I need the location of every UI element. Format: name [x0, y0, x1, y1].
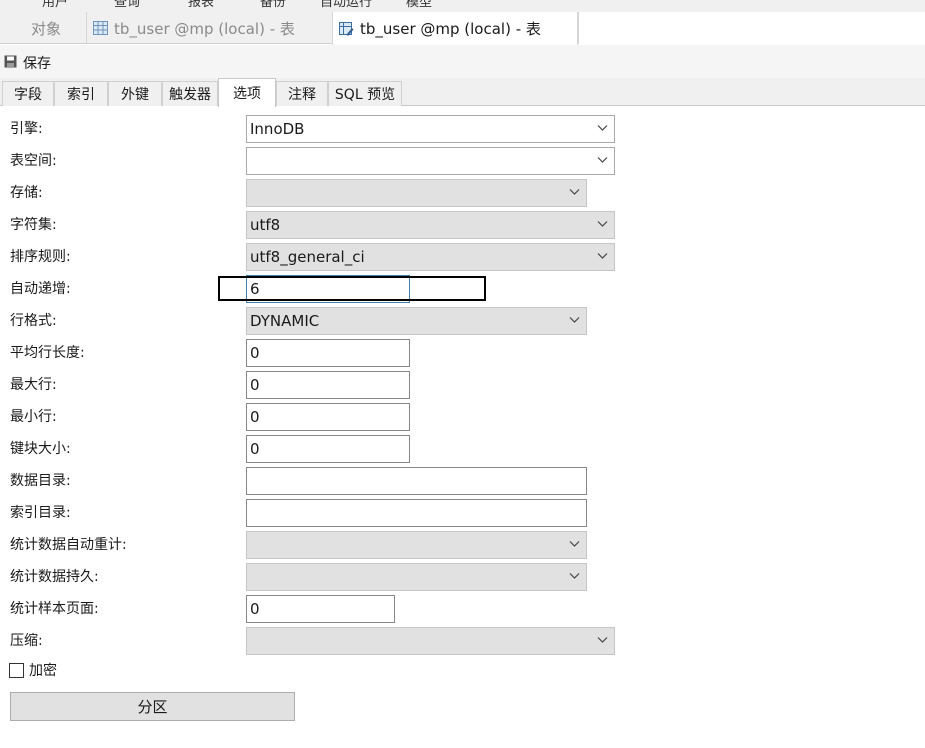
- chevron-down-icon: [569, 573, 580, 579]
- chevron-down-icon: [597, 253, 608, 259]
- row-format-value: DYNAMIC: [250, 312, 320, 330]
- min-rows-label: 最小行:: [10, 409, 57, 425]
- max-rows-input[interactable]: 0: [246, 371, 410, 399]
- min-rows-input[interactable]: 0: [246, 403, 410, 431]
- encryption-label: 加密: [29, 663, 57, 679]
- tab-comment[interactable]: 注释: [276, 81, 328, 106]
- tab-bar-empty-area: [578, 12, 925, 44]
- menu-item-report[interactable]: 报表: [188, 0, 214, 10]
- compression-label: 压缩:: [10, 633, 43, 649]
- charset-label: 字符集:: [10, 217, 57, 233]
- menu-item-query[interactable]: 查询: [114, 0, 140, 10]
- save-button[interactable]: 保存: [4, 53, 51, 73]
- data-directory-input[interactable]: [246, 467, 587, 495]
- chevron-down-icon: [569, 189, 580, 195]
- chevron-down-icon: [597, 221, 608, 227]
- encryption-checkbox-row[interactable]: 加密: [9, 660, 57, 680]
- key-block-size-input[interactable]: 0: [246, 435, 410, 463]
- save-label: 保存: [23, 56, 51, 72]
- document-tab-bar: 对象 tb_user @mp (local) - 表 tb_user @mp (…: [0, 12, 925, 45]
- tab-foreign-keys[interactable]: 外键: [108, 81, 162, 106]
- tab-triggers[interactable]: 触发器: [162, 81, 218, 106]
- max-rows-label: 最大行:: [10, 377, 57, 393]
- avg-row-length-label: 平均行长度:: [10, 345, 85, 361]
- tab-indexes[interactable]: 索引: [54, 81, 108, 106]
- data-directory-label: 数据目录:: [10, 473, 71, 489]
- table-grid-icon: [93, 21, 108, 35]
- tablespace-select[interactable]: [246, 147, 615, 175]
- annotation-highlight-box: [218, 276, 486, 301]
- toolbar: 保存: [0, 45, 925, 78]
- tab-objects[interactable]: 对象: [0, 12, 86, 44]
- chevron-down-icon: [569, 317, 580, 323]
- auto-increment-label: 自动递增:: [10, 281, 71, 297]
- tab-objects-label: 对象: [30, 19, 61, 38]
- stats-sample-pages-label: 统计样本页面:: [10, 601, 99, 617]
- avg-row-length-value: 0: [250, 344, 260, 362]
- chevron-down-icon: [597, 157, 608, 163]
- menu-item-backup[interactable]: 备份: [260, 0, 286, 10]
- collation-value: utf8_general_ci: [250, 248, 365, 266]
- stats-sample-pages-input[interactable]: 0: [246, 595, 395, 623]
- charset-value: utf8: [250, 216, 281, 234]
- tablespace-label: 表空间:: [10, 153, 57, 169]
- min-rows-value: 0: [250, 408, 260, 426]
- partition-button-label: 分区: [137, 698, 168, 716]
- save-icon: [4, 55, 23, 72]
- table-edit-icon: [339, 21, 354, 36]
- encryption-checkbox[interactable]: [9, 662, 24, 678]
- key-block-size-label: 键块大小:: [10, 441, 71, 457]
- tab-table-design-2[interactable]: tb_user @mp (local) - 表: [332, 12, 578, 45]
- avg-row-length-input[interactable]: 0: [246, 339, 410, 367]
- max-rows-value: 0: [250, 376, 260, 394]
- row-format-select[interactable]: DYNAMIC: [246, 307, 587, 335]
- chevron-down-icon: [569, 541, 580, 547]
- engine-select[interactable]: InnoDB: [246, 115, 615, 143]
- chevron-down-icon: [597, 125, 608, 131]
- index-directory-input[interactable]: [246, 499, 587, 527]
- stats-auto-recalc-select[interactable]: [246, 531, 587, 559]
- charset-select[interactable]: utf8: [246, 211, 615, 239]
- tab-table-design-1[interactable]: tb_user @mp (local) - 表: [86, 12, 332, 44]
- index-directory-label: 索引目录:: [10, 505, 71, 521]
- stats-auto-recalc-label: 统计数据自动重计:: [10, 537, 127, 553]
- menu-item-users[interactable]: 用户: [42, 0, 68, 10]
- designer-subtabs: 字段 索引 外键 触发器 选项 注释 SQL 预览: [0, 78, 925, 107]
- menu-item-model[interactable]: 模型: [406, 0, 432, 10]
- compression-select[interactable]: [246, 627, 615, 655]
- chevron-down-icon: [597, 637, 608, 643]
- tab-options[interactable]: 选项: [218, 78, 276, 107]
- menu-bar: 用户 查询 报表 备份 自动运行 模型: [0, 0, 925, 12]
- collation-select[interactable]: utf8_general_ci: [246, 243, 615, 271]
- engine-label: 引擎:: [10, 121, 43, 137]
- row-format-label: 行格式:: [10, 313, 57, 329]
- engine-value: InnoDB: [250, 120, 305, 138]
- stats-sample-pages-value: 0: [250, 600, 260, 618]
- key-block-size-value: 0: [250, 440, 260, 458]
- menu-item-automation[interactable]: 自动运行: [320, 0, 372, 10]
- stats-persistent-label: 统计数据持久:: [10, 569, 99, 585]
- stats-persistent-select[interactable]: [246, 563, 587, 591]
- tab-fields[interactable]: 字段: [2, 81, 54, 106]
- storage-label: 存储:: [10, 185, 43, 201]
- tab-table-design-2-label: tb_user @mp (local) - 表: [360, 20, 541, 38]
- tab-table-design-1-label: tb_user @mp (local) - 表: [114, 19, 295, 38]
- tab-sql-preview[interactable]: SQL 预览: [328, 81, 402, 106]
- collation-label: 排序规则:: [10, 249, 71, 265]
- storage-select[interactable]: [246, 179, 587, 207]
- partition-button[interactable]: 分区: [10, 692, 295, 721]
